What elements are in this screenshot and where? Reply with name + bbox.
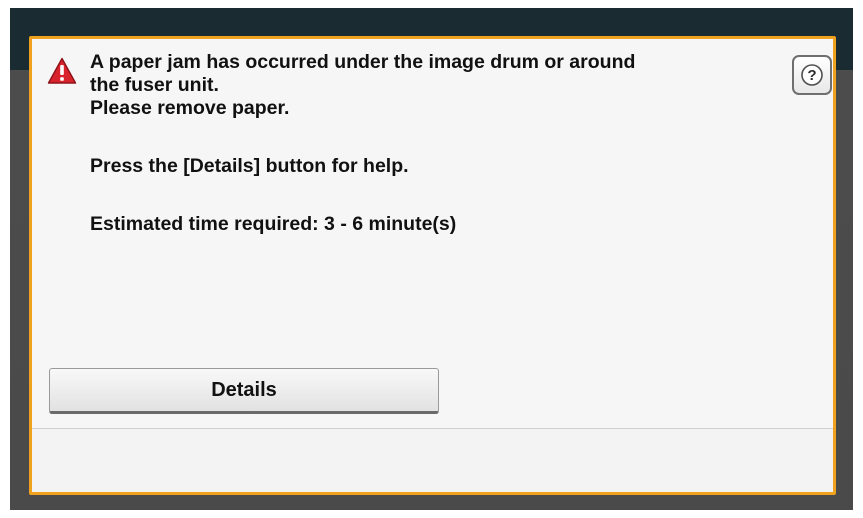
message-spacer <box>90 120 770 155</box>
message-spacer <box>90 178 770 213</box>
message-line-2: the fuser unit. <box>90 74 219 96</box>
dialog-footer <box>32 429 833 492</box>
message-line-5: Estimated time required: 3 - 6 minute(s) <box>90 213 457 235</box>
help-question-mark: ? <box>807 67 816 84</box>
help-button[interactable]: ? <box>792 55 832 95</box>
message-line-4: Press the [Details] button for help. <box>90 155 409 177</box>
details-button[interactable]: Details <box>49 368 439 414</box>
message-line-1: A paper jam has occurred under the image… <box>90 51 636 73</box>
paper-jam-dialog: A paper jam has occurred under the image… <box>29 36 836 495</box>
warning-icon <box>47 57 77 84</box>
help-question-icon: ? <box>801 64 823 86</box>
error-message: A paper jam has occurred under the image… <box>90 51 770 236</box>
message-line-3: Please remove paper. <box>90 97 290 119</box>
